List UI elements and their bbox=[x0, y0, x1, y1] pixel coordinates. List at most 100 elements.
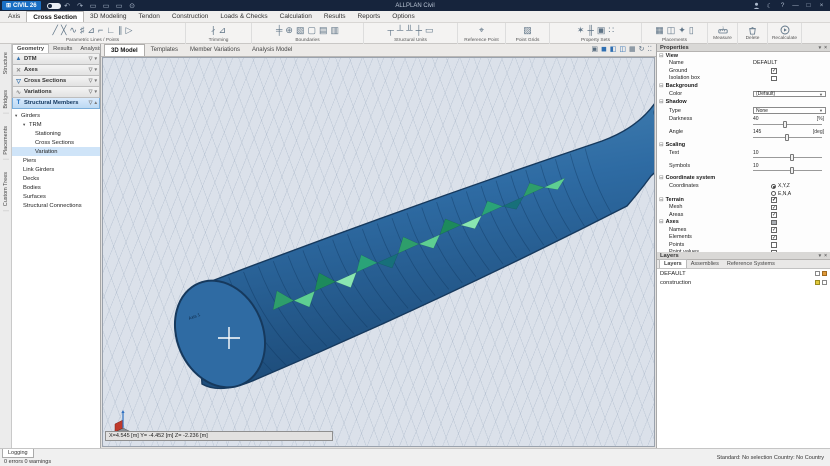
trim-edge-icon[interactable]: ⊿ bbox=[218, 26, 226, 35]
section-variations[interactable]: ∿ Variations ▽ ▾ bbox=[12, 87, 100, 98]
darkness-slider[interactable] bbox=[753, 124, 822, 125]
tree-item-stationing[interactable]: Stationing bbox=[12, 129, 100, 138]
layer-row-construction[interactable]: construction bbox=[657, 278, 830, 287]
tab-results[interactable]: Results bbox=[318, 11, 352, 22]
reference-point-icon[interactable]: ⌖ bbox=[479, 26, 484, 35]
tree-item-girders[interactable]: ▾Girders bbox=[12, 111, 100, 120]
placement-split-icon[interactable]: ◫ bbox=[667, 26, 676, 35]
filter-icon[interactable]: ▽ bbox=[89, 67, 93, 73]
tab-tendon[interactable]: Tendon bbox=[133, 11, 166, 22]
collapse-icon[interactable]: ⊟ bbox=[659, 99, 664, 105]
multi-view-icon[interactable]: ◫ bbox=[619, 46, 626, 53]
trim-line-icon[interactable]: ∤ bbox=[211, 26, 216, 35]
unit-cross-icon[interactable]: ┼ bbox=[416, 26, 422, 35]
filter-icon[interactable]: ▽ bbox=[89, 56, 93, 62]
collapse-icon[interactable]: ⊟ bbox=[659, 219, 664, 225]
tab-axis[interactable]: Axis bbox=[2, 11, 26, 22]
unit-bottom-icon[interactable]: ┴ bbox=[397, 26, 403, 35]
point-grid-icon[interactable]: ▨ bbox=[523, 26, 532, 35]
property-dots-icon[interactable]: ∷ bbox=[608, 26, 614, 35]
tree-item-structural-connections[interactable]: Structural Connections bbox=[12, 201, 100, 210]
section-structural-members[interactable]: T Structural Members ▽ ▴ bbox=[12, 98, 100, 109]
property-star-icon[interactable]: ✶ bbox=[577, 26, 585, 35]
angle-slider[interactable] bbox=[753, 137, 822, 138]
panel-close-icon[interactable]: × bbox=[824, 253, 827, 259]
tree-item-piers[interactable]: Piers bbox=[12, 156, 100, 165]
isolation-box-checkbox[interactable] bbox=[771, 76, 777, 82]
account-icon[interactable] bbox=[751, 1, 762, 10]
prop-section-scaling[interactable]: ⊟Scaling bbox=[657, 141, 830, 149]
prop-section-axes[interactable]: ⊟Axes bbox=[657, 219, 830, 227]
prop-section-background[interactable]: ⊟Background bbox=[657, 82, 830, 90]
tree-item-surfaces[interactable]: Surfaces bbox=[12, 192, 100, 201]
tree-item-link-girders[interactable]: Link Girders bbox=[12, 165, 100, 174]
property-grid-icon[interactable]: ╫ bbox=[587, 26, 593, 35]
shadow-type-select[interactable]: None▼ bbox=[753, 107, 826, 114]
shaded-view-icon[interactable]: ◼ bbox=[601, 46, 607, 53]
theme-toggle[interactable] bbox=[47, 3, 61, 9]
tab-member-variations[interactable]: Member Variations bbox=[184, 44, 246, 56]
logging-tab[interactable]: Logging bbox=[2, 449, 34, 458]
axes-elements-checkbox[interactable] bbox=[771, 235, 777, 241]
cross-lines-icon[interactable]: ╳ bbox=[61, 26, 66, 35]
rail-tab-custom-trees[interactable]: Custom Trees bbox=[3, 168, 9, 211]
tab-3d-model[interactable]: 3D Model bbox=[104, 44, 145, 56]
color-select[interactable]: (Default)▼ bbox=[753, 91, 826, 98]
tree-item-cross-sections[interactable]: Cross Sections bbox=[12, 138, 100, 147]
axes-names-checkbox[interactable] bbox=[771, 227, 777, 233]
curve-tool-icon[interactable]: ∿ bbox=[69, 26, 77, 35]
snapshot-icon[interactable]: ▣ bbox=[591, 46, 598, 53]
layer-visibility-icon[interactable] bbox=[815, 271, 820, 276]
collapse-icon[interactable]: ⊟ bbox=[659, 83, 664, 89]
boundary-grid-icon[interactable]: ╪ bbox=[276, 26, 282, 35]
close-icon[interactable]: × bbox=[816, 1, 827, 10]
tab-cross-section[interactable]: Cross Section bbox=[26, 11, 84, 22]
axes-checkbox[interactable] bbox=[771, 220, 777, 226]
tab-assemblies[interactable]: Assemblies bbox=[687, 260, 723, 268]
tab-reports[interactable]: Reports bbox=[352, 11, 387, 22]
collapse-icon[interactable]: ⊟ bbox=[659, 53, 664, 59]
refresh-view-icon[interactable]: ↻ bbox=[639, 46, 645, 53]
layout-1-icon[interactable]: ▭ bbox=[88, 1, 99, 10]
grid-view-icon[interactable]: ▦ bbox=[629, 46, 636, 53]
triangle-tool-icon[interactable]: ⊿ bbox=[87, 26, 95, 35]
help-icon[interactable]: ? bbox=[777, 1, 788, 10]
layout-3-icon[interactable]: ▭ bbox=[114, 1, 125, 10]
dark-mode-icon[interactable]: ☾ bbox=[764, 1, 775, 10]
placement-bar-icon[interactable]: ▯ bbox=[689, 26, 694, 35]
maximize-icon[interactable]: □ bbox=[803, 1, 814, 10]
recalculate-button[interactable]: Recalculate bbox=[768, 23, 802, 44]
wireframe-view-icon[interactable]: ◧ bbox=[610, 46, 617, 53]
property-box-icon[interactable]: ▣ bbox=[597, 26, 606, 35]
unit-top-icon[interactable]: ┬ bbox=[387, 26, 393, 35]
rail-tab-placements[interactable]: Placements bbox=[3, 122, 9, 160]
offset-tool-icon[interactable]: ∥ bbox=[118, 26, 123, 35]
section-axes[interactable]: ✕ Axes ▽ ▾ bbox=[12, 65, 100, 76]
layer-row-default[interactable]: DEFAULT bbox=[657, 269, 830, 278]
tab-calculation[interactable]: Calculation bbox=[274, 11, 318, 22]
tab-construction[interactable]: Construction bbox=[166, 11, 215, 22]
tab-3d-modeling[interactable]: 3D Modeling bbox=[84, 11, 133, 22]
tree-item-variation[interactable]: Variation bbox=[12, 147, 100, 156]
tab-options[interactable]: Options bbox=[386, 11, 420, 22]
view-options-icon[interactable]: ⁚⁚ bbox=[648, 46, 652, 53]
terrain-checkbox[interactable] bbox=[771, 197, 777, 203]
collapse-icon[interactable]: ⊟ bbox=[659, 197, 664, 203]
axes-points-checkbox[interactable] bbox=[771, 242, 777, 248]
chevron-down-icon[interactable]: ▾ bbox=[94, 89, 97, 95]
layer-color-icon[interactable] bbox=[822, 271, 827, 276]
terrain-mesh-checkbox[interactable] bbox=[771, 205, 777, 211]
tree-item-bodies[interactable]: Bodies bbox=[12, 183, 100, 192]
line-tool-icon[interactable]: ╱ bbox=[53, 26, 58, 35]
tab-browser-results[interactable]: Results bbox=[49, 45, 76, 53]
redo-icon[interactable]: ↷ bbox=[75, 1, 86, 10]
tab-geometry[interactable]: Geometry bbox=[12, 44, 49, 53]
rail-tab-structure[interactable]: Structure bbox=[3, 48, 9, 78]
3d-canvas[interactable]: Axis 1 X=4.545 [m] Y= -4.452 bbox=[102, 57, 655, 447]
section-cross-sections[interactable]: ▽ Cross Sections ▽ ▾ bbox=[12, 76, 100, 87]
boundary-box-icon[interactable]: ▢ bbox=[307, 26, 316, 35]
layout-2-icon[interactable]: ▭ bbox=[101, 1, 112, 10]
placement-marker-icon[interactable]: ✦ bbox=[678, 26, 686, 35]
prop-section-terrain[interactable]: ⊟Terrain bbox=[657, 196, 830, 204]
filter-icon[interactable]: ▽ bbox=[89, 78, 93, 84]
